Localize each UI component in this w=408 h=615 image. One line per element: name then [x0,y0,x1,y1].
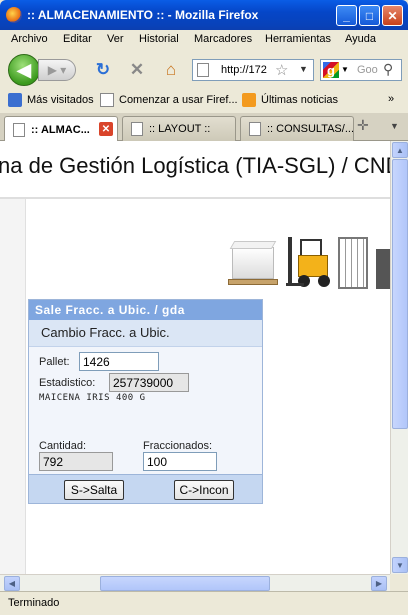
bookmark-label: Más visitados [27,94,94,106]
scrollbar-corner [390,574,408,591]
scroll-right-icon[interactable]: ▶ [371,576,387,591]
menu-bar: Archivo Editar Ver Historial Marcadores … [0,30,408,50]
pallet-input[interactable] [79,352,159,371]
forklift-icon [286,237,336,289]
forward-arrow-icon: ▶ ▾ [47,63,67,77]
window-title: :: ALMACENAMIENTO :: - Mozilla Firefox [27,8,259,22]
menu-archivo[interactable]: Archivo [11,33,48,45]
panel-subheader: Cambio Fracc. a Ubic. [29,320,262,347]
box-icon [229,241,277,279]
bookmark-star-icon[interactable]: ☆ [275,61,288,79]
menu-editar[interactable]: Editar [63,33,92,45]
new-tab-icon[interactable]: ✛ [357,117,369,134]
back-button[interactable]: ◀ [8,54,40,86]
vertical-scroll-thumb[interactable] [392,159,408,429]
vertical-scrollbar[interactable]: ▲ ▼ [390,141,408,574]
search-placeholder: Goo [357,64,378,76]
incon-button[interactable]: C->Incon [174,480,234,500]
equipment-icon [376,249,390,289]
url-bar[interactable]: http://172 ☆ ▼ [192,59,314,81]
scroll-up-icon[interactable]: ▲ [392,142,408,158]
url-dropdown-icon[interactable]: ▼ [299,64,308,74]
search-engine-dropdown-icon[interactable]: ▼ [341,65,349,74]
home-icon[interactable]: ⌂ [160,59,182,81]
panel-header: Sale Fracc. a Ubic. / gda [29,300,262,320]
page-icon [249,122,261,136]
status-text: Terminado [8,597,60,609]
menu-historial[interactable]: Historial [139,33,179,45]
navigation-toolbar: ◀ ▶ ▾ ↻ ✕ ⌂ http://172 ☆ ▼ g ▼ Goo ⚲ [0,50,408,88]
maximize-button[interactable]: □ [359,5,380,26]
salta-button[interactable]: S->Salta [64,480,124,500]
menu-ver[interactable]: Ver [107,33,124,45]
estadistico-label: Estadistico: [39,377,96,389]
minimize-button[interactable]: _ [336,5,357,26]
forward-button[interactable]: ▶ ▾ [38,59,76,81]
page-icon [13,122,25,137]
stop-icon[interactable]: ✕ [126,59,148,81]
fraccionados-label: Fraccionados: [143,440,213,452]
menu-herramientas[interactable]: Herramientas [265,33,331,45]
firefox-logo-icon [6,7,22,23]
google-icon[interactable]: g [323,62,339,78]
estadistico-field [109,373,189,392]
tab-layout[interactable]: :: LAYOUT :: [122,116,236,141]
page-content: na de Gestión Logística (TIA-SGL) / CND … [0,141,390,574]
tab-bar: :: ALMAC... ✕ :: LAYOUT :: :: CONSULTAS/… [0,113,408,142]
cantidad-label: Cantidad: [39,440,87,452]
bookmarks-overflow-button[interactable]: » [388,93,394,105]
bookmark-label: Últimas noticias [261,94,339,106]
tab-consultas[interactable]: :: CONSULTAS/... [240,116,354,141]
tab-almacenamiento[interactable]: :: ALMAC... ✕ [4,116,118,142]
scroll-left-icon[interactable]: ◀ [4,576,20,591]
reload-icon[interactable]: ↻ [92,59,114,81]
bookmark-comenzar[interactable]: Comenzar a usar Firef... [100,93,238,107]
scroll-down-icon[interactable]: ▼ [392,557,408,573]
rss-icon [242,93,256,107]
bookmarks-toolbar: Más visitados Comenzar a usar Firef... Ú… [0,90,408,112]
page-icon [197,63,209,77]
search-icon[interactable]: ⚲ [383,61,393,78]
bookmark-ultimas-noticias[interactable]: Últimas noticias [242,93,338,107]
page-icon [131,122,143,136]
horizontal-scrollbar[interactable]: ◀ ▶ [0,574,390,591]
tab-label: :: CONSULTAS/... [267,123,354,135]
pallet-icon [228,279,278,285]
bookmark-label: Comenzar a usar Firef... [119,94,238,106]
tab-label: :: ALMAC... [31,123,90,136]
close-button[interactable]: ✕ [382,5,403,26]
tab-label: :: LAYOUT :: [149,123,211,135]
panel-button-bar: S->Salta C->Incon [29,474,262,503]
system-header: na de Gestión Logística (TIA-SGL) / CND [0,141,390,193]
roll-cage-icon [338,237,368,289]
page-icon [100,93,114,107]
fraccionamiento-panel: Sale Fracc. a Ubic. / gda Cambio Fracc. … [28,299,263,504]
header-divider [0,197,390,199]
tab-close-icon[interactable]: ✕ [99,122,113,136]
menu-marcadores[interactable]: Marcadores [194,33,252,45]
search-box[interactable]: g ▼ Goo ⚲ [320,59,402,81]
status-bar: Terminado [0,591,408,615]
horizontal-scroll-thumb[interactable] [100,576,270,591]
folder-icon [8,93,22,107]
fraccionados-input[interactable] [143,452,217,471]
pallet-label: Pallet: [39,356,70,368]
menu-ayuda[interactable]: Ayuda [345,33,376,45]
back-arrow-icon: ◀ [17,59,31,80]
left-margin [0,199,26,574]
window-titlebar: :: ALMACENAMIENTO :: - Mozilla Firefox _… [0,0,408,30]
system-title: na de Gestión Logística (TIA-SGL) / CND [0,153,390,178]
product-description: MAICENA IRIS 400 G [39,393,146,403]
tab-list-dropdown-icon[interactable]: ▼ [390,121,399,131]
url-text: http://172 [221,64,267,76]
cantidad-field [39,452,113,471]
bookmark-mas-visitados[interactable]: Más visitados [8,93,94,107]
